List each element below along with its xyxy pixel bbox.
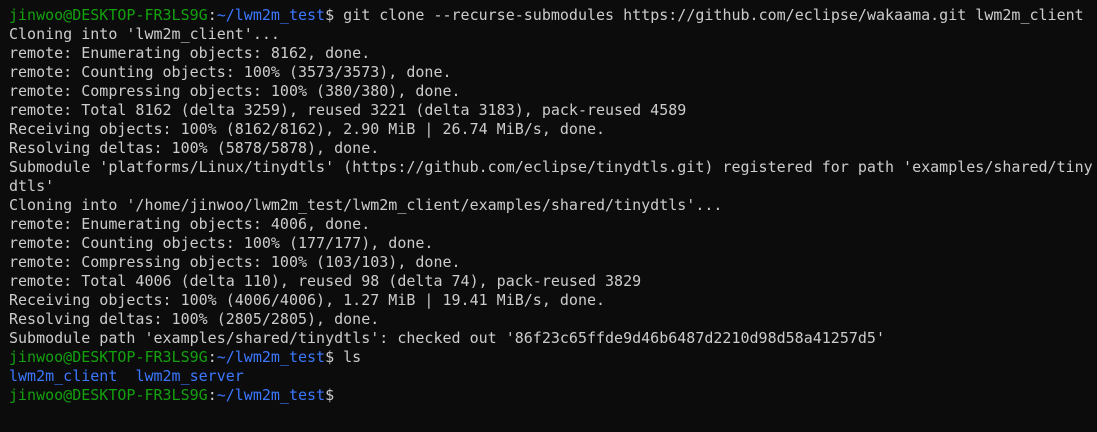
prompt-user-host: jinwoo@DESKTOP-FR3LS9G — [9, 6, 208, 24]
output-line: Submodule path 'examples/shared/tinydtls… — [9, 329, 885, 347]
output-line: Resolving deltas: 100% (5878/5878), done… — [9, 139, 380, 157]
prompt-line-clone: jinwoo@DESKTOP-FR3LS9G:~/lwm2m_test$ git… — [9, 6, 1088, 25]
prompt-symbol: $ — [325, 6, 335, 24]
output-line: remote: Counting objects: 100% (177/177)… — [9, 234, 434, 252]
output-line: remote: Total 4006 (delta 110), reused 9… — [9, 272, 642, 290]
output-line: dtls' — [9, 177, 55, 195]
output-line: remote: Counting objects: 100% (3573/357… — [9, 63, 452, 81]
terminal-window[interactable]: jinwoo@DESKTOP-FR3LS9G:~/lwm2m_test$ git… — [0, 0, 1097, 432]
prompt-path: ~/lwm2m_test — [216, 386, 326, 404]
output-line: remote: Total 8162 (delta 3259), reused … — [9, 101, 687, 119]
prompt-user-host: jinwoo@DESKTOP-FR3LS9G — [9, 348, 208, 366]
output-line: Cloning into 'lwm2m_client'... — [9, 25, 280, 43]
prompt-path: ~/lwm2m_test — [216, 348, 326, 366]
directory-entry: lwm2m_client — [9, 367, 118, 385]
output-line: Cloning into '/home/jinwoo/lwm2m_test/lw… — [9, 196, 723, 214]
prompt-separator: : — [207, 348, 217, 366]
prompt-path: ~/lwm2m_test — [216, 6, 326, 24]
prompt-symbol: $ — [325, 348, 335, 366]
output-line: Receiving objects: 100% (4006/4006), 1.2… — [9, 291, 606, 309]
ls-gap — [117, 367, 135, 385]
ls-output-line: lwm2m_client lwm2m_server — [9, 367, 1088, 386]
output-line: Submodule 'platforms/Linux/tinydtls' (ht… — [9, 158, 1093, 176]
output-line: remote: Compressing objects: 100% (380/3… — [9, 82, 461, 100]
output-line: remote: Enumerating objects: 8162, done. — [9, 44, 371, 62]
prompt-symbol: $ — [325, 386, 335, 404]
prompt-line-current[interactable]: jinwoo@DESKTOP-FR3LS9G:~/lwm2m_test$ — [9, 386, 1088, 405]
prompt-separator: : — [207, 386, 217, 404]
output-line: remote: Enumerating objects: 4006, done. — [9, 215, 371, 233]
prompt-separator: : — [207, 6, 217, 24]
prompt-line-ls: jinwoo@DESKTOP-FR3LS9G:~/lwm2m_test$ ls — [9, 348, 1088, 367]
command-text: ls — [334, 348, 362, 366]
output-line: remote: Compressing objects: 100% (103/1… — [9, 253, 461, 271]
directory-entry: lwm2m_server — [135, 367, 244, 385]
output-line: Receiving objects: 100% (8162/8162), 2.9… — [9, 120, 606, 138]
command-text: git clone --recurse-submodules https://g… — [334, 6, 1084, 24]
prompt-user-host: jinwoo@DESKTOP-FR3LS9G — [9, 386, 208, 404]
output-line: Resolving deltas: 100% (2805/2805), done… — [9, 310, 380, 328]
